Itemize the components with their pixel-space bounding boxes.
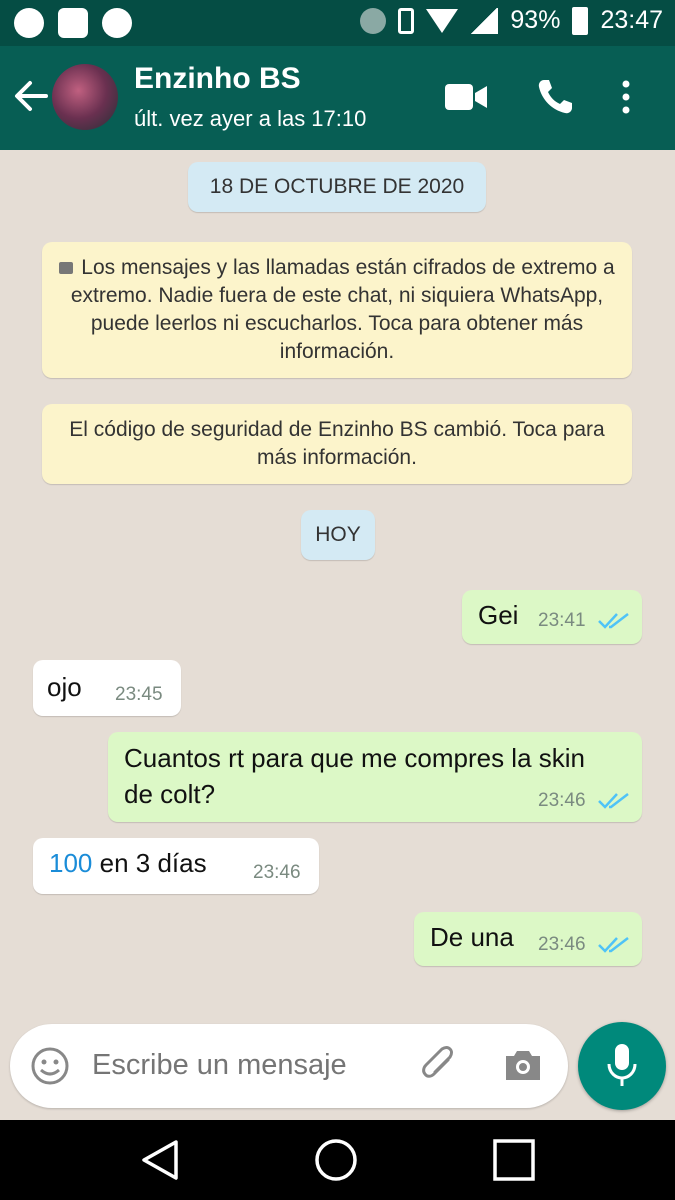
- nav-back-icon[interactable]: [138, 1138, 182, 1182]
- read-ticks-icon: [598, 613, 629, 629]
- battery-percent: 93%: [510, 6, 561, 34]
- outgoing-message[interactable]: Gei 23:41: [462, 590, 642, 644]
- emoji-icon[interactable]: [30, 1046, 70, 1086]
- nav-home-icon[interactable]: [314, 1138, 358, 1182]
- vibrate-icon: [398, 7, 415, 34]
- outgoing-message[interactable]: Cuantos rt para que me compres la skin d…: [108, 732, 642, 822]
- message-time: 23:46: [538, 790, 586, 811]
- bluetooth-icon: [360, 7, 387, 34]
- message-text: 100 en 3 días: [49, 848, 207, 879]
- message-time: 23:46: [253, 862, 301, 883]
- status-bar: 93% 23:47: [0, 0, 675, 46]
- encryption-notice-text: Los mensajes y las llamadas están cifrad…: [70, 256, 615, 363]
- last-seen-status[interactable]: últ. vez ayer a las 17:10: [134, 106, 366, 132]
- system-indicators: 93% 23:47: [360, 6, 663, 35]
- message-input[interactable]: [90, 1048, 394, 1083]
- battery-icon: [572, 6, 589, 35]
- chat-header: Enzinho BS últ. vez ayer a las 17:10: [0, 46, 675, 150]
- date-chip-today: HOY: [301, 510, 375, 560]
- message-text: De una: [430, 922, 514, 952]
- security-notice-text: El código de seguridad de Enzinho BS cam…: [69, 418, 605, 469]
- signal-icon: [470, 7, 499, 34]
- lock-icon: [59, 262, 74, 274]
- incoming-message[interactable]: 100 en 3 días 23:46: [33, 838, 319, 894]
- wifi-icon: [426, 8, 459, 33]
- notification-icons: [14, 8, 132, 38]
- voice-message-button[interactable]: [578, 1022, 666, 1110]
- message-text-rest: en 3 días: [92, 848, 207, 878]
- incoming-message[interactable]: ojo 23:45: [33, 660, 181, 716]
- avatar[interactable]: [52, 64, 118, 130]
- camera-icon[interactable]: [504, 1048, 542, 1082]
- message-time: 23:45: [115, 684, 163, 705]
- message-composer: [10, 1024, 568, 1108]
- system-nav-bar: [0, 1120, 675, 1200]
- phone-call-icon[interactable]: [536, 78, 574, 116]
- contact-name[interactable]: Enzinho BS: [134, 62, 301, 96]
- clock: 23:47: [600, 6, 663, 34]
- read-ticks-icon: [598, 937, 629, 953]
- message-time: 23:46: [538, 934, 586, 955]
- data-saver-icon: [102, 8, 132, 38]
- message-time: 23:41: [538, 610, 586, 631]
- back-arrow-icon[interactable]: [12, 76, 50, 116]
- app-notification-icon: [58, 8, 88, 38]
- chat-area[interactable]: 18 DE OCTUBRE DE 2020 Los mensajes y las…: [0, 150, 675, 1120]
- attach-icon[interactable]: [420, 1046, 460, 1086]
- number-link[interactable]: 100: [49, 848, 92, 878]
- security-code-notice[interactable]: El código de seguridad de Enzinho BS cam…: [42, 404, 632, 484]
- read-ticks-icon: [598, 793, 629, 809]
- date-chip: 18 DE OCTUBRE DE 2020: [188, 162, 486, 212]
- encryption-notice[interactable]: Los mensajes y las llamadas están cifrad…: [42, 242, 632, 378]
- message-text: Gei: [478, 600, 519, 630]
- nav-recents-icon[interactable]: [492, 1138, 536, 1182]
- video-call-icon[interactable]: [445, 84, 487, 110]
- outgoing-message[interactable]: De una 23:46: [414, 912, 642, 966]
- message-text: Cuantos rt para que me compres la skin d…: [124, 743, 585, 809]
- mic-icon: [607, 1044, 637, 1086]
- more-options-icon[interactable]: [620, 80, 632, 114]
- skull-notification-icon: [14, 8, 44, 38]
- message-text: ojo: [47, 672, 82, 702]
